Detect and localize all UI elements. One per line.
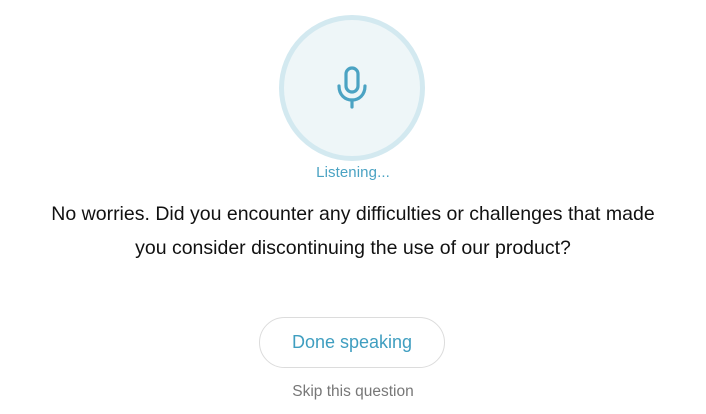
- question-line-1: No worries. Did you encounter any diffic…: [51, 203, 655, 225]
- question-line-2: you consider discontinuing the use of ou…: [135, 237, 571, 259]
- listening-status: Listening...: [316, 164, 390, 181]
- microphone-button[interactable]: [279, 15, 425, 161]
- done-speaking-button[interactable]: Done speaking: [259, 317, 445, 368]
- microphone-icon: [337, 66, 367, 109]
- skip-question-link[interactable]: Skip this question: [0, 383, 706, 401]
- question-text: No worries. Did you encounter any diffic…: [0, 197, 706, 265]
